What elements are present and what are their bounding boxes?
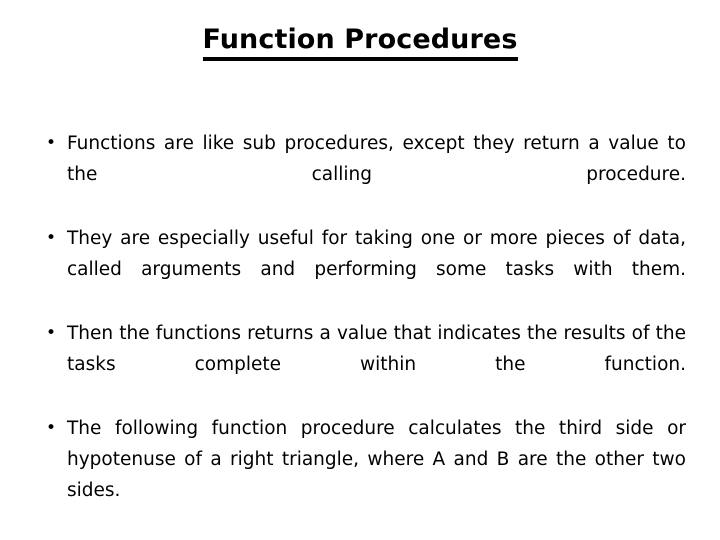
bullet-list: • Functions are like sub procedures, exc… <box>36 128 686 540</box>
list-item-text: They are especially useful for taking on… <box>67 228 686 280</box>
bullet-icon: • <box>45 228 57 248</box>
list-item-text: The following function procedure calcula… <box>67 418 686 501</box>
list-item-text: Then the functions returns a value that … <box>67 323 686 375</box>
bullet-icon: • <box>45 323 57 343</box>
title-block: Function Procedures <box>0 24 720 62</box>
bullet-icon: • <box>45 133 57 153</box>
list-item-text: Functions are like sub procedures, excep… <box>67 133 686 185</box>
list-item: • The following function procedure calcu… <box>36 413 686 537</box>
list-item: • They are especially useful for taking … <box>36 223 686 316</box>
page-title: Function Procedures <box>202 24 518 62</box>
list-item: • Then the functions returns a value tha… <box>36 318 686 411</box>
slide-canvas: Function Procedures • Functions are like… <box>0 0 720 540</box>
body-content: • Functions are like sub procedures, exc… <box>36 128 686 540</box>
list-item: • Functions are like sub procedures, exc… <box>36 128 686 221</box>
bullet-icon: • <box>45 418 57 438</box>
